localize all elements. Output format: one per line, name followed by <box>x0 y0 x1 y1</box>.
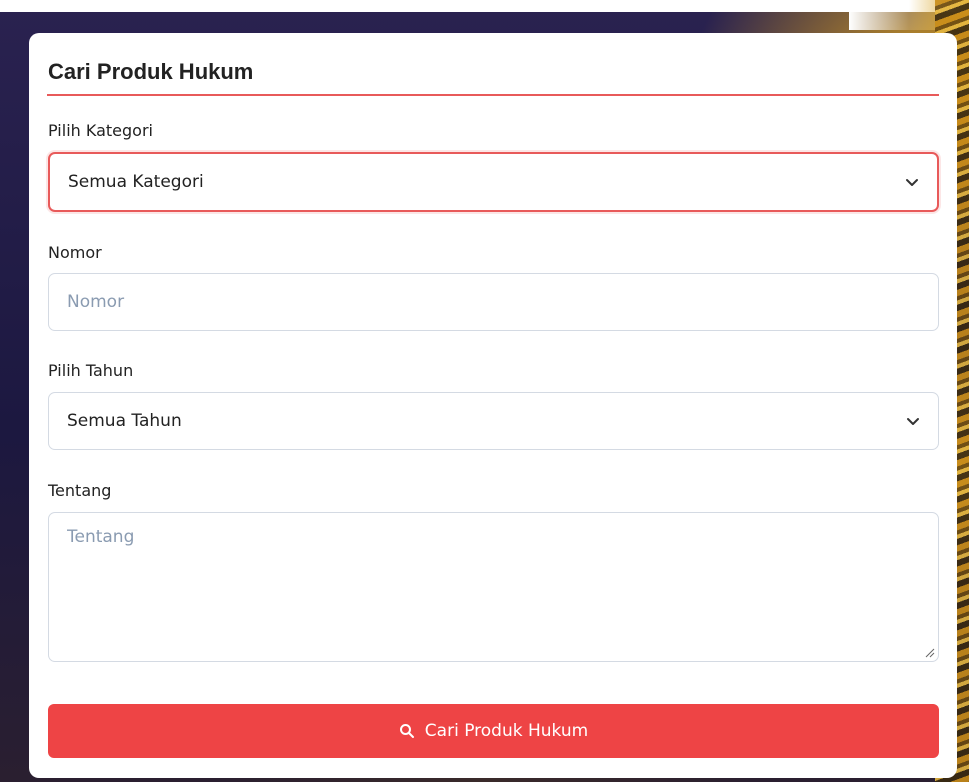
kategori-select[interactable]: Semua Kategori <box>48 152 939 212</box>
tahun-selected-value: Semua Tahun <box>67 411 182 431</box>
chevron-down-icon <box>906 179 918 186</box>
resize-grip-icon[interactable] <box>925 648 935 658</box>
tentang-field[interactable] <box>48 512 939 662</box>
tahun-select[interactable]: Semua Tahun <box>48 392 939 450</box>
kategori-label: Pilih Kategori <box>48 121 153 140</box>
search-icon <box>399 724 414 738</box>
nomor-field[interactable] <box>48 273 939 331</box>
form-title: Cari Produk Hukum <box>47 59 939 96</box>
tentang-textarea[interactable] <box>67 513 920 661</box>
kategori-selected-value: Semua Kategori <box>68 172 204 192</box>
nomor-label: Nomor <box>48 243 102 262</box>
tahun-label: Pilih Tahun <box>48 361 134 380</box>
tentang-label: Tentang <box>48 481 112 500</box>
search-submit-button[interactable]: Cari Produk Hukum <box>48 704 939 758</box>
chevron-down-icon <box>907 418 919 425</box>
search-submit-label: Cari Produk Hukum <box>424 721 589 741</box>
nomor-input[interactable] <box>67 292 920 312</box>
search-form-card: Cari Produk Hukum Pilih Kategori Semua K… <box>29 33 957 778</box>
top-strip <box>0 0 969 12</box>
